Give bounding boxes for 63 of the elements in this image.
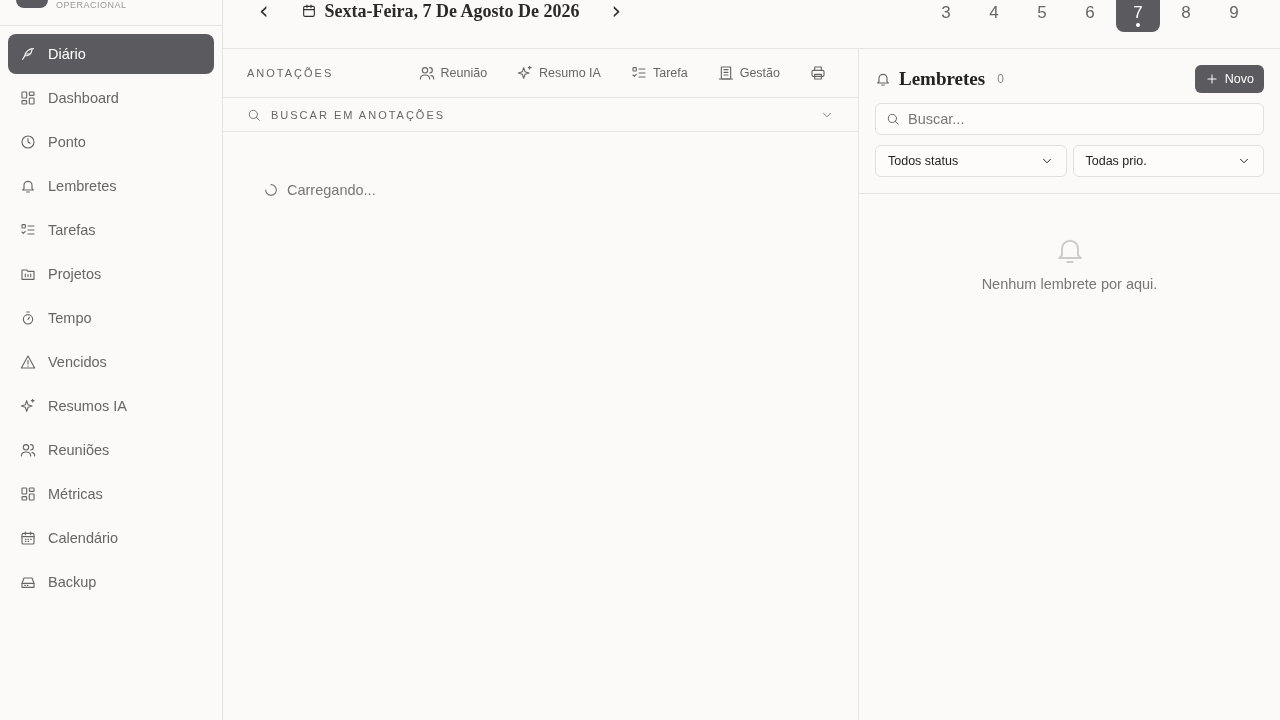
current-date: Sexta-Feira, 7 De Agosto De 2026 (324, 0, 580, 22)
filter-dropdown[interactable]: Todos status (875, 145, 1067, 177)
logo (16, 0, 48, 8)
sidebar-item[interactable]: Lembretes (8, 166, 214, 206)
brand-subtitle: OPERACIONAL (56, 0, 127, 10)
day-tab[interactable]: 9 (1212, 0, 1256, 32)
action-button[interactable]: Gestão (709, 61, 788, 85)
sidebar-item[interactable]: Backup (8, 562, 214, 602)
bell-icon (20, 178, 36, 194)
reminders-count: 0 (997, 72, 1004, 86)
users-icon (418, 65, 435, 81)
day-tab[interactable]: 3 (924, 0, 968, 32)
next-day-button[interactable]: › (607, 0, 626, 22)
reminder-search-field[interactable]: Buscar... (875, 103, 1264, 135)
sidebar-item[interactable]: Métricas (8, 474, 214, 514)
sidebar-item[interactable]: Vencidos (8, 342, 214, 382)
loading-text: Carregando... (287, 182, 376, 198)
sidebar-item[interactable]: Projetos (8, 254, 214, 294)
sidebar-item[interactable]: Calendário (8, 518, 214, 558)
sidebar-item[interactable]: Tempo (8, 298, 214, 338)
drive-icon (20, 574, 36, 590)
users-icon (20, 442, 36, 458)
new-reminder-button[interactable]: Novo (1194, 65, 1264, 93)
action-button[interactable]: Reunião (410, 61, 496, 85)
list-icon (630, 65, 647, 81)
clock-icon (20, 134, 36, 150)
day-tab[interactable]: 6 (1068, 0, 1112, 32)
sidebar-item[interactable]: Tarefas (8, 210, 214, 250)
reminders-title: Lembretes (899, 68, 986, 90)
spinner-icon (263, 182, 279, 198)
plus-icon (1204, 72, 1219, 86)
day-tab[interactable]: 8 (1164, 0, 1208, 32)
previous-day-button[interactable]: ‹ (255, 0, 273, 22)
calendar-icon (300, 3, 317, 19)
timer-icon (20, 310, 36, 326)
day-tab[interactable]: 7 (1116, 0, 1160, 32)
grid-icon (20, 90, 36, 106)
empty-message: Nenhum lembrete por aqui. (981, 276, 1158, 292)
sidebar-item[interactable]: Ponto (8, 122, 214, 162)
action-button[interactable]: Resumo IA (509, 61, 609, 85)
day-tab[interactable]: 4 (972, 0, 1016, 32)
bell-icon (875, 71, 891, 87)
grid-icon (20, 486, 36, 502)
search-icon (247, 107, 261, 122)
day-tab[interactable]: 5 (1020, 0, 1064, 32)
building-icon (717, 65, 734, 81)
filter-dropdown[interactable]: Todas prio. (1072, 145, 1264, 177)
notes-search-field[interactable]: BUSCAR EM ANOTAÇÕES (269, 107, 812, 122)
sparkle-icon (20, 398, 36, 414)
sidebar-item[interactable]: Reuniões (8, 430, 214, 470)
feather-icon (20, 46, 36, 62)
folder-icon (20, 266, 36, 282)
search-icon (886, 112, 900, 126)
warning-icon (20, 354, 36, 370)
printer-icon (810, 65, 826, 81)
list-icon (20, 222, 36, 238)
sidebar-item[interactable]: Diário (8, 34, 214, 74)
sidebar-item[interactable]: Dashboard (8, 78, 214, 118)
calendar-icon (20, 530, 36, 546)
notes-title: ANOTAÇÕES (247, 67, 334, 79)
action-button[interactable]: Tarefa (622, 61, 696, 85)
sparkle-icon (517, 65, 534, 81)
sidebar-item[interactable]: Resumos IA (8, 386, 214, 426)
